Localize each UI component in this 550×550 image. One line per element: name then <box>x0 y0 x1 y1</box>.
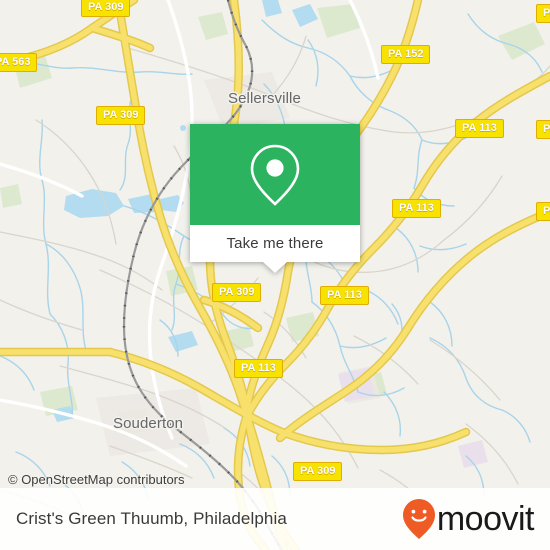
road-shield-pa309-top[interactable]: PA 309 <box>81 0 131 17</box>
location-popup-card[interactable]: Take me there <box>190 124 360 273</box>
road-shield-pa113-center[interactable]: PA 113 <box>320 286 369 305</box>
road-shield-right-edge-low[interactable]: PA <box>536 202 550 221</box>
map-vector-layer <box>0 0 550 550</box>
road-shield-pa309-bottom[interactable]: PA 309 <box>293 462 343 481</box>
footer-bar: Crist's Green Thuumb, Philadelphia moovi… <box>0 488 550 550</box>
popup-action-row[interactable]: Take me there <box>190 225 360 262</box>
road-shield-right-edge-mid[interactable]: PA <box>536 120 550 139</box>
osm-attribution[interactable]: © OpenStreetMap contributors <box>8 472 185 487</box>
take-me-there-label: Take me there <box>226 235 324 252</box>
moovit-wordmark: moovit <box>436 500 535 538</box>
road-shield-pa113-upper-right[interactable]: PA 113 <box>455 119 504 138</box>
place-label-sellersville: Sellersville <box>228 90 301 107</box>
road-shield-pa113-lower[interactable]: PA 113 <box>234 359 283 378</box>
place-label-souderton: Souderton <box>113 415 184 432</box>
road-shield-pa152[interactable]: PA 152 <box>381 45 431 64</box>
moovit-logo[interactable]: moovit <box>402 498 535 540</box>
moovit-pin-smiley-icon <box>402 499 435 539</box>
map-pin-icon <box>250 144 300 206</box>
place-title: Crist's Green Thuumb, Philadelphia <box>16 509 287 528</box>
map-screenshot-root: Sellersville Souderton PA 309 PA 563 PA … <box>0 0 550 550</box>
map-canvas[interactable] <box>0 0 550 550</box>
road-shield-pa309-upper[interactable]: PA 309 <box>96 106 146 125</box>
road-shield-pa563[interactable]: PA 563 <box>0 53 38 72</box>
road-shield-right-edge-top[interactable]: PA <box>536 4 550 23</box>
road-shield-pa113-right[interactable]: PA 113 <box>392 199 441 218</box>
popup-pointer <box>263 262 287 273</box>
road-shield-pa309-center[interactable]: PA 309 <box>212 283 262 302</box>
popup-header <box>190 124 360 225</box>
